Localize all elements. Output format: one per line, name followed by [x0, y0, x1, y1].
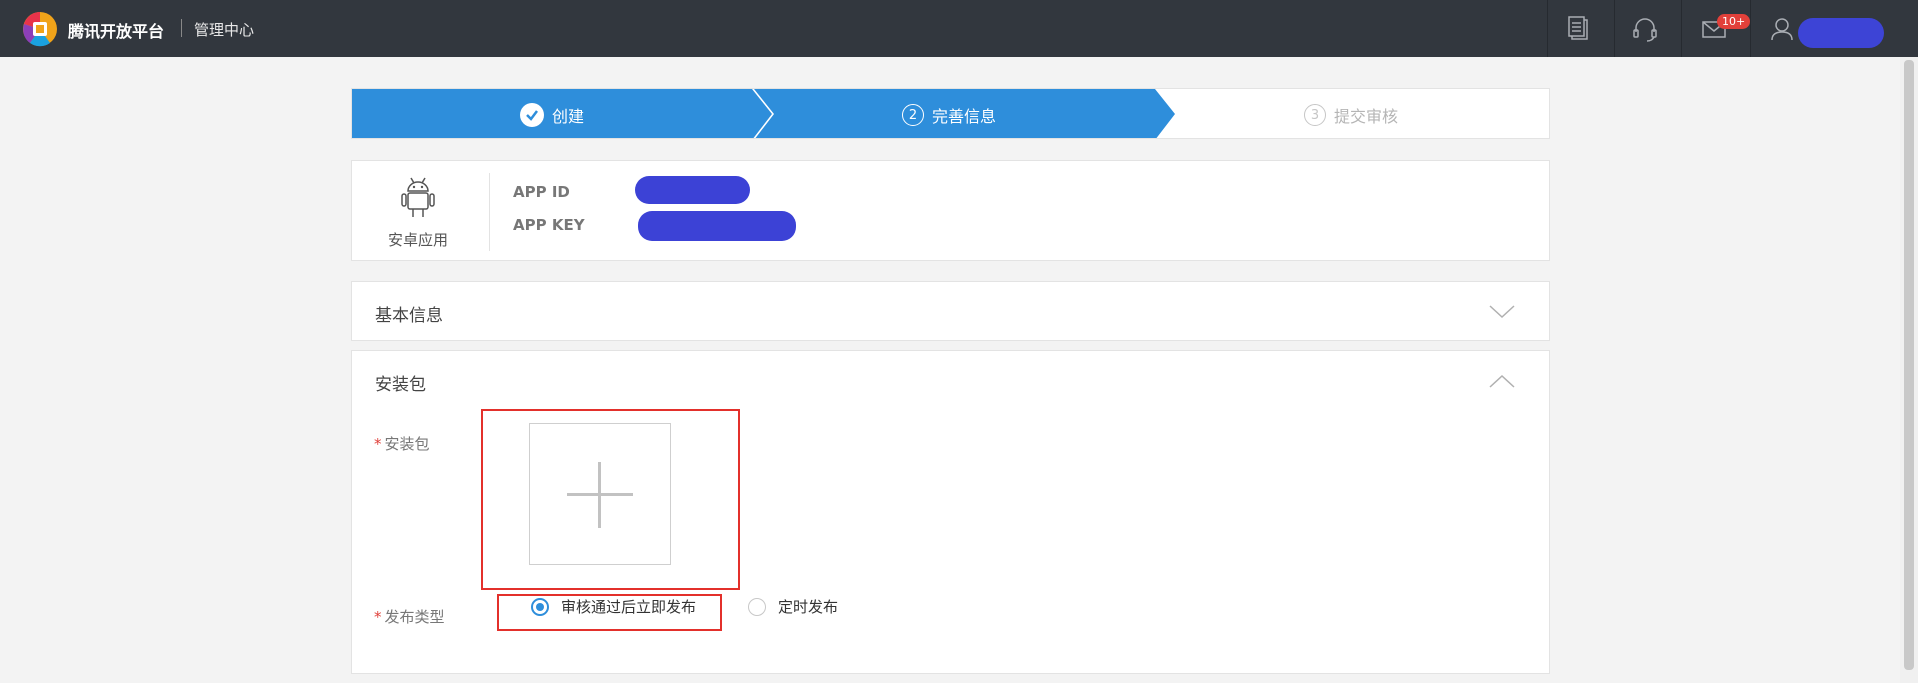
chevron-down-icon[interactable] — [1489, 304, 1515, 320]
toolbar-divider — [1681, 0, 1682, 57]
document-icon[interactable] — [1564, 14, 1594, 44]
top-navigation-bar: 腾讯开放平台 管理中心 10+ — [0, 0, 1918, 57]
scheduled-publish-label: 定时发布 — [778, 598, 839, 616]
chevron-up-icon[interactable] — [1489, 373, 1515, 389]
notification-badge: 10+ — [1717, 14, 1751, 29]
tencent-open-platform-logo-icon[interactable] — [20, 10, 60, 48]
step-create-label: 创建 — [552, 107, 585, 126]
redacted-username[interactable] — [1798, 18, 1884, 48]
progress-steps: 创建 2 完善信息 3 提交审核 — [351, 88, 1550, 139]
redacted-app-id — [635, 176, 750, 204]
step-submit-review: 3 提交审核 — [1304, 103, 1398, 127]
required-mark: * — [374, 435, 382, 453]
platform-label: 安卓应用 — [388, 231, 449, 249]
toolbar-divider — [1614, 0, 1615, 57]
radio-selected[interactable] — [531, 597, 549, 616]
toolbar-divider — [1547, 0, 1548, 57]
package-upload-button[interactable] — [529, 423, 671, 565]
app-id-label: APP ID — [513, 183, 570, 201]
step-number: 3 — [1304, 104, 1326, 126]
toolbar-divider — [1750, 0, 1751, 57]
info-divider — [489, 173, 490, 251]
brand-name[interactable]: 腾讯开放平台 — [68, 18, 164, 42]
basic-info-title: 基本信息 — [375, 306, 443, 326]
brand-divider — [181, 19, 182, 37]
redacted-app-key — [638, 211, 796, 241]
step-number: 2 — [902, 104, 924, 126]
plus-icon-vertical — [598, 462, 601, 528]
management-center-link[interactable]: 管理中心 — [194, 19, 254, 40]
check-icon — [520, 103, 544, 127]
basic-info-section[interactable]: 基本信息 — [351, 281, 1550, 341]
publish-immediately-option[interactable]: 审核通过后立即发布 — [531, 596, 696, 617]
package-field-label: * 安装包 — [374, 433, 430, 454]
package-section-title: 安装包 — [375, 375, 426, 395]
headset-icon[interactable] — [1630, 14, 1660, 44]
package-label-text: 安装包 — [384, 435, 430, 453]
app-key-label: APP KEY — [513, 216, 585, 234]
android-icon — [401, 177, 435, 217]
radio-unselected[interactable] — [748, 597, 766, 616]
app-info-card: 安卓应用 APP ID APP KEY — [351, 160, 1550, 261]
scheduled-publish-option[interactable]: 定时发布 — [748, 596, 838, 617]
package-section: 安装包 * 安装包 * 发布类型 审核通过后立即发布 定时发布 — [351, 350, 1550, 674]
publish-immediately-label: 审核通过后立即发布 — [561, 598, 697, 616]
step-complete-info-label: 完善信息 — [932, 107, 997, 126]
publish-type-field-label: * 发布类型 — [374, 606, 445, 627]
step-submit-review-label: 提交审核 — [1334, 107, 1399, 126]
publish-type-label-text: 发布类型 — [384, 608, 445, 626]
required-mark: * — [374, 608, 382, 626]
scrollbar-thumb[interactable] — [1904, 60, 1914, 670]
step-complete-info: 2 完善信息 — [902, 103, 996, 127]
user-icon[interactable] — [1767, 14, 1797, 44]
step-create: 创建 — [520, 103, 584, 127]
